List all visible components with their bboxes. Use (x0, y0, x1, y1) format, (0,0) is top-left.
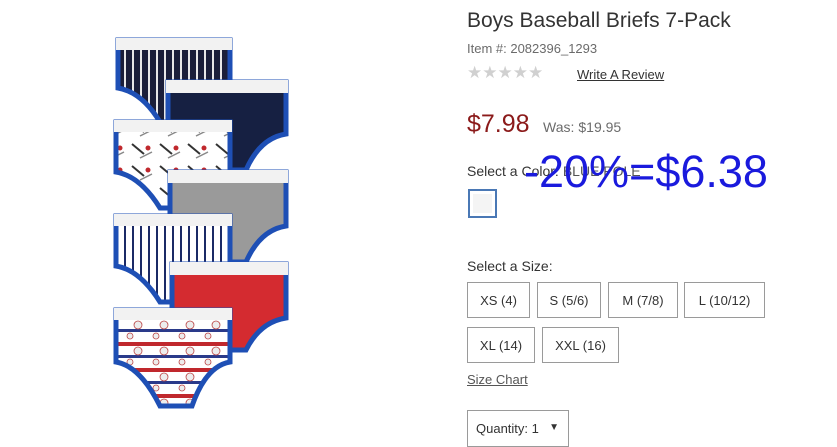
quantity-select[interactable]: Quantity: 1 ▼ (467, 410, 569, 447)
quantity-value: 1 (531, 421, 539, 436)
size-button-m[interactable]: M (7/8) (608, 282, 678, 318)
was-label: Was: (543, 119, 575, 135)
current-price: $7.98 (467, 110, 530, 138)
size-button-s[interactable]: S (5/6) (537, 282, 601, 318)
write-review-link[interactable]: Write A Review (577, 67, 664, 82)
product-title: Boys Baseball Briefs 7-Pack (467, 9, 731, 32)
size-button-l[interactable]: L (10/12) (684, 282, 765, 318)
item-number: Item #: 2082396_1293 (467, 41, 598, 56)
promo-overlay: -20%=$6.38 (524, 146, 768, 197)
rating-stars-icon[interactable]: ★★★★★ (467, 63, 543, 83)
chevron-down-icon: ▼ (549, 422, 559, 433)
was-price: $19.95 (578, 119, 622, 135)
color-swatch[interactable] (468, 189, 497, 218)
select-size-label: Select a Size: (467, 258, 553, 274)
swatch-preview (473, 194, 492, 213)
size-button-xs[interactable]: XS (4) (467, 282, 530, 318)
was-price-row: Was: $19.95 (543, 119, 621, 135)
size-button-xl[interactable]: XL (14) (467, 327, 535, 363)
quantity-label: Quantity: (476, 421, 529, 436)
product-image (113, 37, 289, 409)
size-chart-link[interactable]: Size Chart (467, 372, 528, 387)
size-button-xxl[interactable]: XXL (16) (542, 327, 619, 363)
